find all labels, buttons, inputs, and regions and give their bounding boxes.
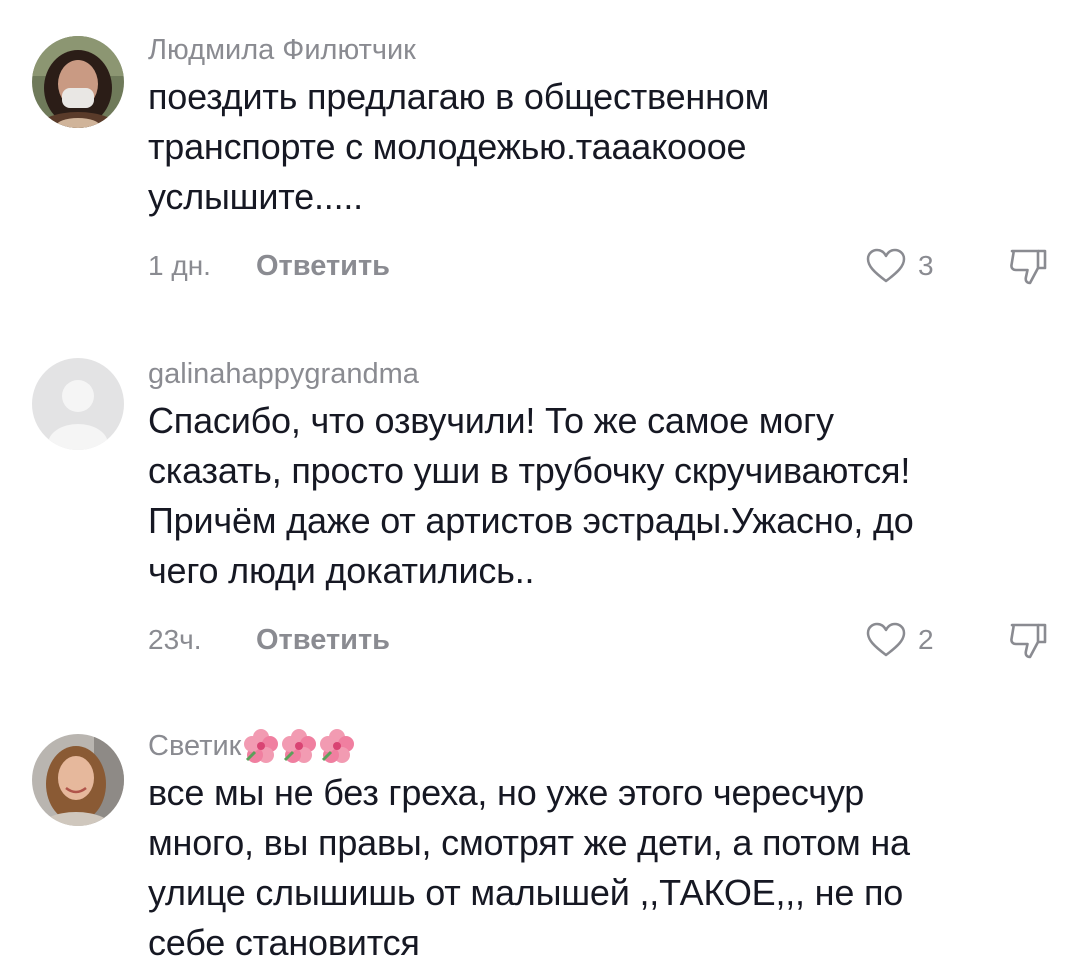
- avatar-photo: [32, 36, 124, 128]
- dislike-button[interactable]: [1008, 246, 1048, 286]
- comment-username[interactable]: Светик: [148, 726, 1040, 766]
- heart-outline-icon: [866, 248, 906, 283]
- comment-line: чего люди докатились..: [148, 550, 535, 591]
- avatar[interactable]: [32, 734, 124, 826]
- comment-body: Светик все мы не без греха, но уже этого…: [148, 726, 1040, 968]
- username-text[interactable]: Людмила Филютчик: [148, 30, 416, 70]
- comment-time: 23ч.: [148, 624, 202, 655]
- username-text[interactable]: galinahappygrandma: [148, 354, 419, 394]
- hibiscus-emoji-icon: [244, 729, 279, 763]
- comment-line: услышите.....: [148, 176, 363, 217]
- avatar-photo: [32, 734, 124, 826]
- comment-line: транспорте с молодежью.тааакооое: [148, 126, 747, 167]
- comment-line: себе становится: [148, 922, 420, 963]
- comment-line: много, вы правы, смотрят же дети, а пото…: [148, 822, 910, 863]
- thumbs-down-icon: [1010, 249, 1047, 285]
- reply-button[interactable]: Ответить: [256, 250, 390, 283]
- comment-line: Спасибо, что озвучили! То же самое могу: [148, 400, 834, 441]
- avatar[interactable]: [32, 358, 124, 450]
- like-button[interactable]: 3: [866, 248, 938, 284]
- comment-text: поездить предлагаю в общественном трансп…: [148, 72, 1040, 222]
- comment-meta: 23ч. Ответить 2: [148, 620, 1048, 660]
- comment-line: поездить предлагаю в общественном: [148, 76, 770, 117]
- dislike-button[interactable]: [1008, 620, 1048, 660]
- comment-text: все мы не без греха, но уже этого чересч…: [148, 768, 1040, 968]
- comment-line: все мы не без греха, но уже этого чересч…: [148, 772, 865, 813]
- heart-outline-icon: [866, 622, 906, 657]
- comment-body: galinahappygrandma Спасибо, что озвучили…: [148, 354, 1040, 596]
- comment-text: Спасибо, что озвучили! То же самое могу …: [148, 396, 1040, 596]
- thumbs-down-icon: [1010, 623, 1047, 659]
- comment-line: Причём даже от артистов эстрады.Ужасно, …: [148, 500, 914, 541]
- like-button[interactable]: 2: [866, 622, 938, 658]
- comment-meta: 1 дн. Ответить 3: [148, 246, 1048, 286]
- like-count: 2: [918, 624, 934, 655]
- hibiscus-emoji-icon: [320, 729, 355, 763]
- reply-button[interactable]: Ответить: [256, 624, 390, 657]
- comment-time: 1 дн.: [148, 250, 211, 281]
- username-text[interactable]: Светик: [148, 726, 241, 766]
- comment-line: улице слышишь от малышей ,,ТАКОЕ,,, не п…: [148, 872, 904, 913]
- like-count: 3: [918, 250, 934, 281]
- comment-username[interactable]: Людмила Филютчик: [148, 30, 1040, 70]
- hibiscus-emoji-icon: [282, 729, 317, 763]
- comment-body: Людмила Филютчик поездить предлагаю в об…: [148, 30, 1040, 222]
- username-emoji-row: [243, 728, 355, 764]
- default-avatar-icon: [32, 358, 124, 450]
- comment-username[interactable]: galinahappygrandma: [148, 354, 1040, 394]
- avatar[interactable]: [32, 36, 124, 128]
- comment-line: сказать, просто уши в трубочку скручиваю…: [148, 450, 911, 491]
